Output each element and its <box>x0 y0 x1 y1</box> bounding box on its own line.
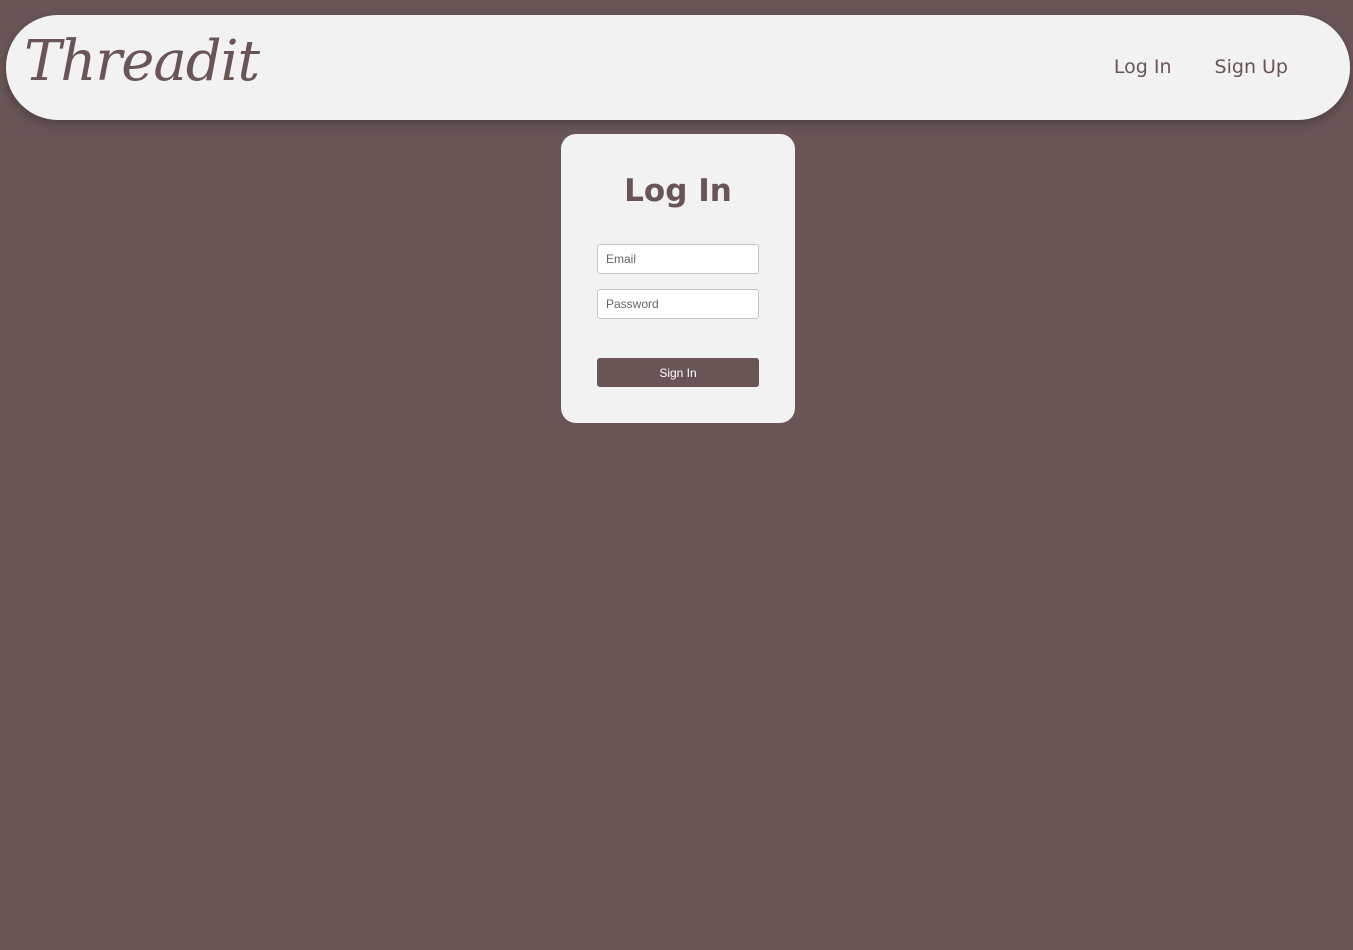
top-nav-bar: Threadit Log In Sign Up <box>6 15 1350 120</box>
login-card: Log In Sign In <box>561 134 795 423</box>
sign-in-button[interactable]: Sign In <box>597 358 759 387</box>
nav-links: Log In Sign Up <box>1114 54 1288 80</box>
threadit-logo[interactable]: Threadit <box>24 27 260 97</box>
login-title: Log In <box>624 173 732 209</box>
nav-signup-link[interactable]: Sign Up <box>1215 54 1288 80</box>
password-input[interactable] <box>597 289 759 319</box>
nav-login-link[interactable]: Log In <box>1114 54 1172 80</box>
email-input[interactable] <box>597 244 759 274</box>
